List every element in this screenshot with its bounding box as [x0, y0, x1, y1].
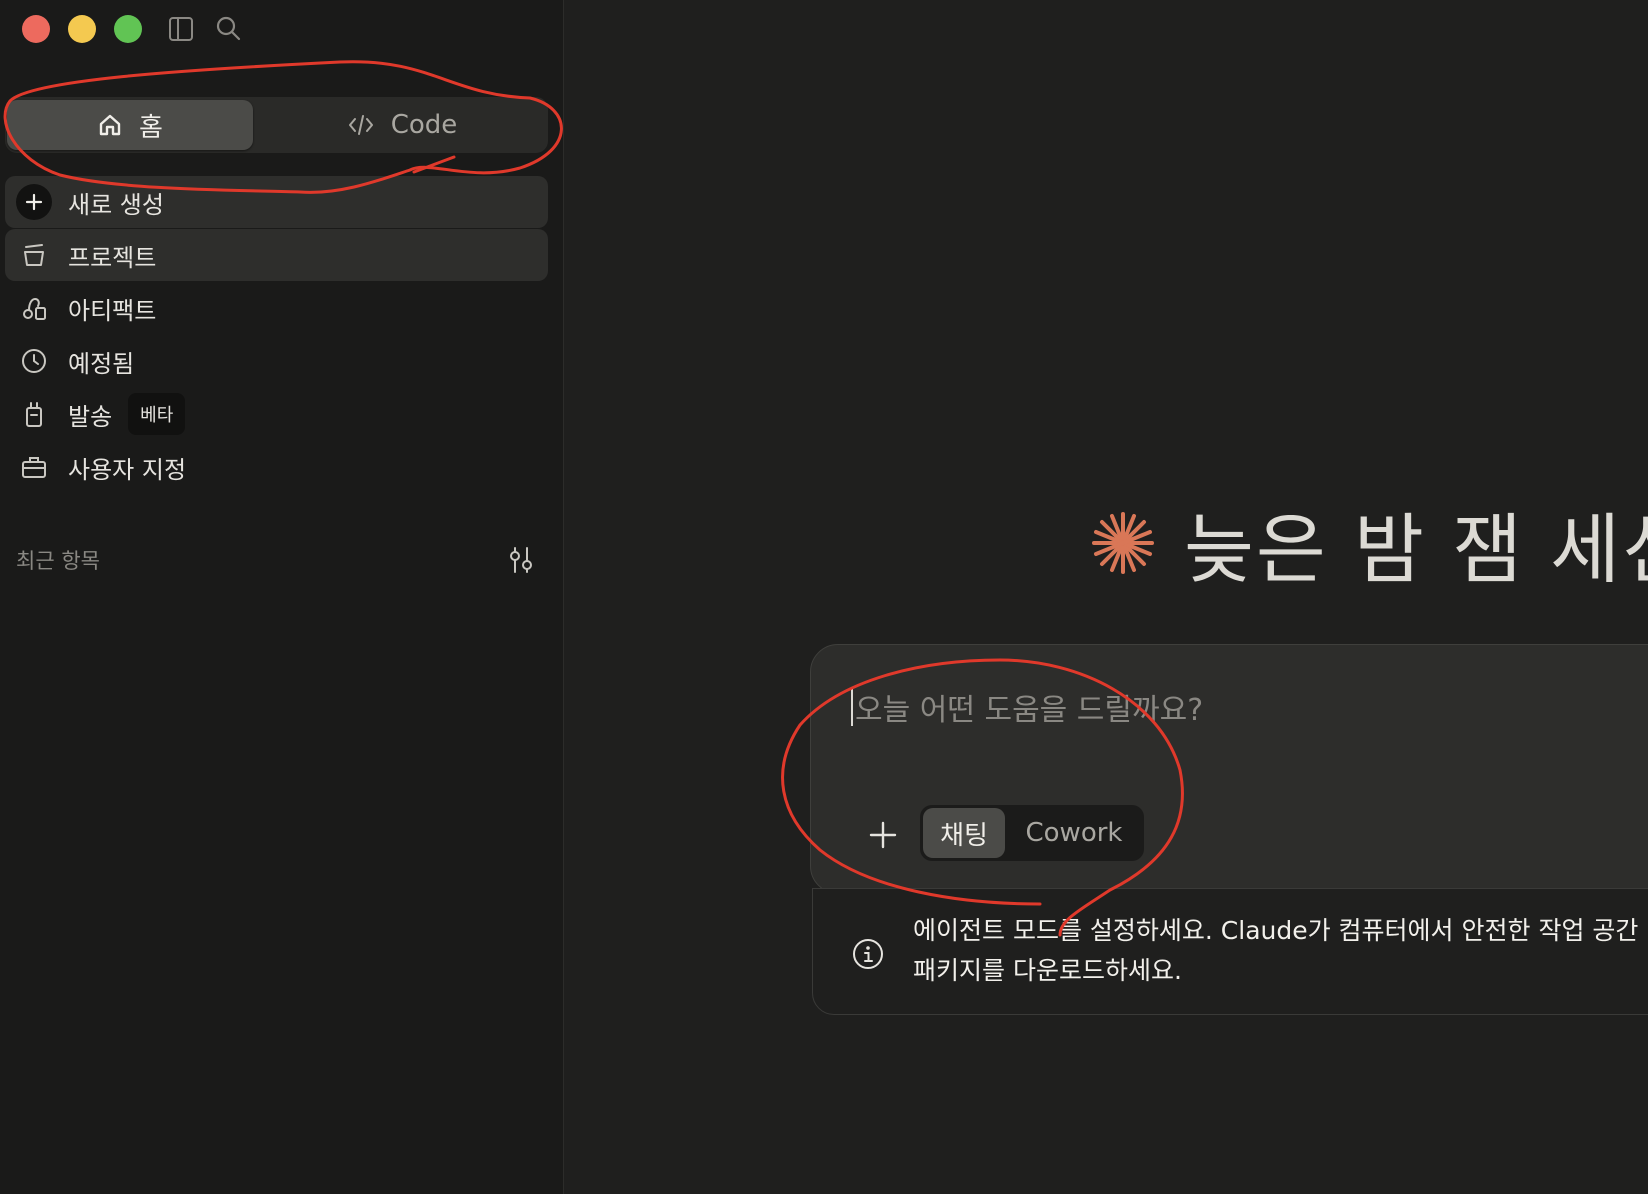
new-chat-label: 새로 생성 — [68, 190, 164, 219]
new-chat-button[interactable]: 새로 생성 — [5, 176, 548, 228]
minimize-window-button[interactable] — [68, 15, 96, 43]
tab-code-label: Code — [390, 110, 458, 140]
search-icon[interactable] — [213, 14, 243, 44]
clock-icon — [14, 341, 54, 381]
greeting-heading: 늦은 밤 잼 세션 — [1090, 488, 1648, 598]
briefcase-icon — [14, 447, 54, 487]
filter-icon[interactable] — [506, 545, 536, 575]
greeting-text: 늦은 밤 잼 세션 — [1184, 505, 1648, 594]
maximize-window-button[interactable] — [114, 15, 142, 43]
mode-switch: 홈 Code — [5, 97, 548, 153]
recents-header: 최근 항목 — [16, 545, 536, 575]
chat-mode-toggle: 채팅 Cowork — [920, 805, 1144, 861]
tab-home[interactable]: 홈 — [7, 100, 253, 150]
sidebar-item-dispatch-label: 발송 — [68, 402, 113, 431]
sidebar-item-customize-label: 사용자 지정 — [68, 455, 187, 484]
composer: 오늘 어떤 도움을 드릴까요? 채팅 Cowork — [810, 644, 1648, 894]
message-input-placeholder: 오늘 어떤 도움을 드릴까요? — [855, 693, 1204, 728]
claude-spark-icon — [1092, 512, 1154, 574]
mode-cowork-option[interactable]: Cowork — [1008, 808, 1140, 858]
sidebar-item-artifacts-label: 아티팩트 — [68, 296, 157, 325]
tab-home-label: 홈 — [139, 112, 163, 143]
sidebar-item-scheduled-label: 예정됨 — [68, 349, 135, 378]
beta-badge: 베타 — [128, 393, 186, 435]
sidebar: 홈 Code 새로 생성 프로젝트 아티팩트 예정됨 발송 베타 사용자 지정 … — [0, 0, 564, 1194]
code-icon — [348, 115, 373, 135]
plus-icon — [16, 184, 52, 220]
plus-icon — [869, 821, 897, 849]
sidebar-item-scheduled[interactable]: 예정됨 — [5, 335, 548, 387]
info-icon — [853, 939, 883, 969]
sidebar-item-dispatch[interactable]: 발송 베타 — [5, 388, 548, 440]
dispatch-icon — [14, 394, 54, 434]
recents-label: 최근 항목 — [16, 549, 100, 573]
tab-code[interactable]: Code — [259, 100, 545, 150]
close-window-button[interactable] — [22, 15, 50, 43]
sidebar-item-projects-label: 프로젝트 — [68, 243, 157, 272]
mode-chat-option[interactable]: 채팅 — [923, 808, 1005, 858]
text-caret — [851, 688, 853, 726]
message-input[interactable]: 오늘 어떤 도움을 드릴까요? — [851, 685, 1648, 729]
sidebar-item-artifacts[interactable]: 아티팩트 — [5, 282, 548, 334]
add-attachment-button[interactable] — [861, 813, 905, 857]
sidebar-toggle-icon[interactable] — [166, 14, 196, 44]
sidebar-item-customize[interactable]: 사용자 지정 — [5, 441, 548, 493]
agent-mode-notice[interactable]: 에이전트 모드를 설정하세요. Claude가 컴퓨터에서 안전한 작업 공간 … — [812, 888, 1648, 1015]
artifacts-icon — [14, 288, 54, 328]
app-window: 홈 Code 새로 생성 프로젝트 아티팩트 예정됨 발송 베타 사용자 지정 … — [0, 0, 1648, 1194]
projects-icon — [14, 235, 54, 275]
sidebar-item-projects[interactable]: 프로젝트 — [5, 229, 548, 281]
home-icon — [99, 114, 121, 136]
agent-mode-notice-text: 에이전트 모드를 설정하세요. Claude가 컴퓨터에서 안전한 작업 공간 … — [913, 916, 1639, 985]
